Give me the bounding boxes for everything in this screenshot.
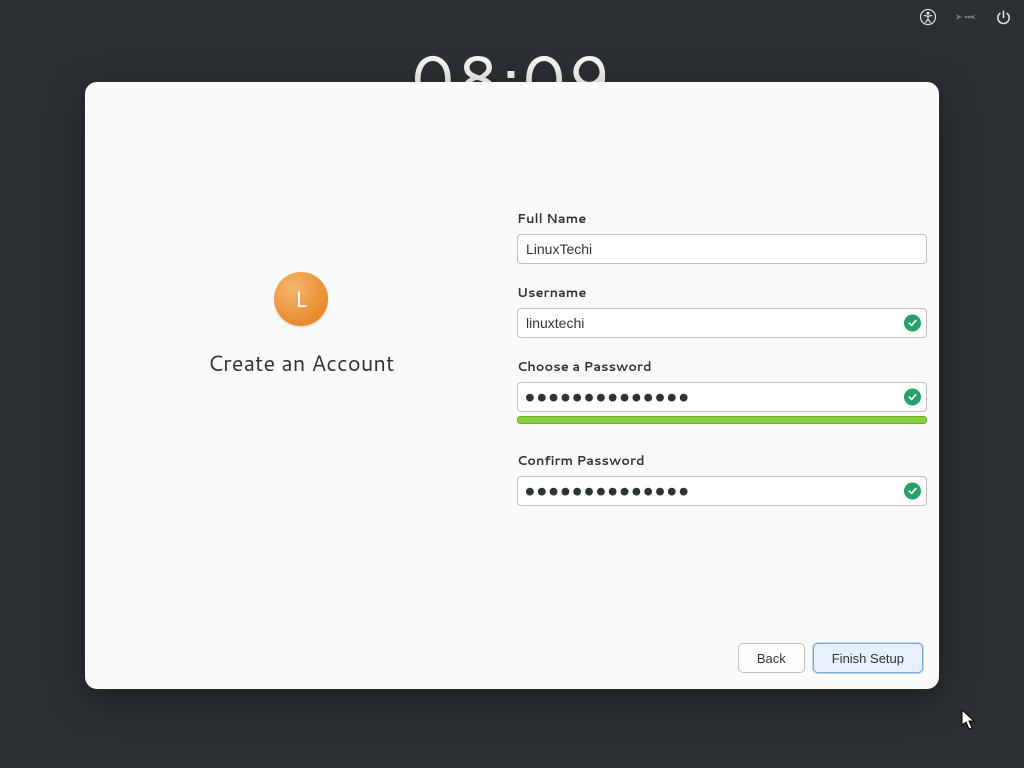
setup-dialog: L Create an Account Full Name Username C… — [85, 82, 939, 689]
username-label: Username — [517, 284, 927, 302]
confirm-group: Confirm Password — [517, 452, 927, 506]
checkmark-icon — [904, 315, 921, 332]
confirm-input[interactable] — [517, 476, 927, 506]
checkmark-icon — [904, 483, 921, 500]
password-strength-bar — [517, 416, 927, 424]
fullname-input[interactable] — [517, 234, 927, 264]
network-icon[interactable] — [955, 10, 977, 24]
username-group: Username — [517, 284, 927, 338]
password-input[interactable] — [517, 382, 927, 412]
mouse-cursor — [961, 709, 977, 731]
password-group: Choose a Password — [517, 358, 927, 424]
back-button[interactable]: Back — [738, 643, 805, 673]
password-label: Choose a Password — [517, 358, 927, 376]
power-icon[interactable] — [995, 9, 1012, 26]
checkmark-icon — [904, 389, 921, 406]
form-pane: Full Name Username Choose a Password — [517, 82, 939, 689]
finish-setup-button[interactable]: Finish Setup — [813, 643, 923, 673]
fullname-group: Full Name — [517, 210, 927, 264]
topbar — [919, 8, 1012, 26]
confirm-label: Confirm Password — [517, 452, 927, 470]
left-pane: L Create an Account — [85, 82, 517, 689]
button-row: Back Finish Setup — [738, 643, 923, 673]
avatar[interactable]: L — [274, 272, 328, 326]
avatar-letter: L — [295, 284, 307, 315]
page-title: Create an Account — [208, 348, 395, 379]
accessibility-icon[interactable] — [919, 8, 937, 26]
username-input[interactable] — [517, 308, 927, 338]
fullname-label: Full Name — [517, 210, 927, 228]
